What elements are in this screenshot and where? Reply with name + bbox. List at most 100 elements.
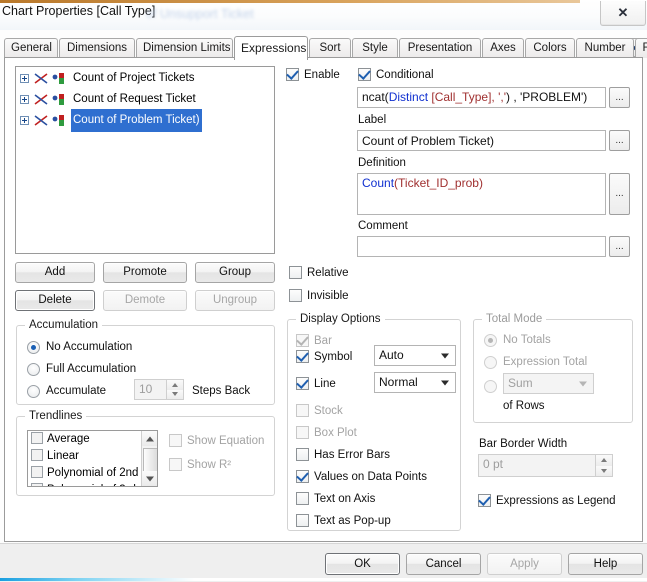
tab-strip: General Dimensions Dimension Limits Express… xyxy=(4,36,647,60)
display-option-label-has-error-bars: Has Error Bars xyxy=(314,449,391,461)
expressions-tab-panel: Count of Project Tickets Count of Request… xyxy=(4,57,643,542)
show-r2-label: Show R² xyxy=(187,459,232,471)
label-input[interactable]: Count of Problem Ticket) xyxy=(357,130,606,151)
expression-tree-item[interactable]: Count of Problem Ticket) xyxy=(16,109,274,132)
display-option-checkbox-values-on-data-points[interactable] xyxy=(296,470,309,483)
comment-input[interactable] xyxy=(357,236,606,257)
invisible-label: Invisible xyxy=(307,290,349,302)
syntax-token: (Ticket_ID_prob) xyxy=(394,176,483,190)
steps-back-input[interactable]: 10 xyxy=(134,379,184,400)
cancel-button[interactable]: Cancel xyxy=(406,553,481,575)
expression-tree-item[interactable]: Count of Request Ticket xyxy=(16,88,274,109)
steps-back-spinner[interactable] xyxy=(166,380,183,399)
tab-label: Colors xyxy=(533,42,567,54)
tab-label: Dimension Limits xyxy=(143,42,231,54)
expression-marker-icon xyxy=(52,114,66,127)
radio-accumulate[interactable] xyxy=(27,385,40,398)
trendline-list-item[interactable]: Average xyxy=(28,431,157,448)
definition-browse-button[interactable]: ... xyxy=(609,173,630,215)
enable-checkbox[interactable] xyxy=(286,68,299,81)
radio-full-accumulation[interactable] xyxy=(27,363,40,376)
tab-sort[interactable]: Sort xyxy=(309,38,351,58)
trendlines-scrollbar[interactable] xyxy=(141,431,157,486)
trendline-label: Linear xyxy=(47,450,79,462)
display-option-checkbox-box-plot xyxy=(296,426,309,439)
tab-axes[interactable]: Axes xyxy=(482,38,524,58)
label-browse-button[interactable]: ... xyxy=(609,130,630,151)
add-button[interactable]: Add xyxy=(15,262,95,283)
delete-button[interactable]: Delete xyxy=(15,290,95,311)
display-options-legend: Display Options xyxy=(296,313,385,325)
show-equation-checkbox xyxy=(169,434,182,447)
display-option-checkbox-text-on-axis[interactable] xyxy=(296,492,309,505)
group-button[interactable]: Group xyxy=(195,262,275,283)
display-option-checkbox-bar xyxy=(296,334,309,347)
trendlines-list[interactable]: Average Linear Polynomial of 2nd d Polynomi… xyxy=(27,430,158,487)
tab-colors[interactable]: Colors xyxy=(525,38,575,58)
title-bar: Chart Properties [Call Type] of Unsuppor… xyxy=(0,0,647,30)
display-option-checkbox-symbol[interactable] xyxy=(296,350,309,363)
display-option-checkbox-text-as-pop-up[interactable] xyxy=(296,514,309,527)
close-button[interactable]: ✕ xyxy=(600,1,646,26)
relative-checkbox[interactable] xyxy=(289,266,302,279)
tab-label: Number xyxy=(584,42,626,54)
help-button[interactable]: Help xyxy=(568,553,643,575)
radio-no-accumulation[interactable] xyxy=(27,341,40,354)
promote-button[interactable]: Promote xyxy=(103,262,187,283)
plus-expand-icon[interactable] xyxy=(20,95,29,104)
display-options-group: Display Options Bar Symbol Line Stock Box Pl… xyxy=(287,313,461,531)
trendline-checkbox[interactable] xyxy=(31,431,43,444)
tab-presentation[interactable]: Presentation xyxy=(399,38,481,58)
display-option-checkbox-has-error-bars[interactable] xyxy=(296,448,309,461)
trendline-list-item[interactable]: Linear xyxy=(28,448,157,465)
definition-input[interactable]: Count(Ticket_ID_prob) xyxy=(357,173,606,215)
tab-style[interactable]: Style xyxy=(352,38,398,58)
trendline-checkbox[interactable] xyxy=(31,465,43,478)
conditional-checkbox[interactable] xyxy=(358,68,371,81)
scrollbar-thumb[interactable] xyxy=(143,448,157,472)
tab-general[interactable]: General xyxy=(4,38,58,58)
conditional-input[interactable]: ncat(Distinct [Call_Type], ',') , 'PROBL… xyxy=(357,87,606,108)
show-r2-checkbox xyxy=(169,458,182,471)
tab-font[interactable]: Font xyxy=(635,38,647,58)
tab-expressions[interactable]: Expressions xyxy=(234,36,308,60)
chevron-down-icon xyxy=(579,381,587,386)
trendline-list-item[interactable]: Polynomial of 3rd d xyxy=(28,482,157,486)
tab-label: Axes xyxy=(490,42,516,54)
trendline-checkbox[interactable] xyxy=(31,482,43,486)
expression-tree[interactable]: Count of Project Tickets Count of Request… xyxy=(15,66,275,254)
dialog-footer: OK Cancel Apply Help xyxy=(0,543,647,582)
symbol-select[interactable]: Auto xyxy=(374,345,456,366)
tab-label: Presentation xyxy=(407,42,473,54)
conditional-browse-button[interactable]: ... xyxy=(609,87,630,108)
spinner-down-icon[interactable] xyxy=(167,389,183,399)
symbol-select-value: Auto xyxy=(379,348,404,362)
expression-tree-item[interactable]: Count of Project Tickets xyxy=(16,67,274,88)
expression-marker-icon xyxy=(52,72,66,85)
expressions-as-legend-checkbox[interactable] xyxy=(478,494,491,507)
plus-expand-icon[interactable] xyxy=(20,116,29,125)
tab-dimension-limits[interactable]: Dimension Limits xyxy=(136,38,233,58)
scroll-down-icon[interactable] xyxy=(142,471,157,486)
tab-dimensions[interactable]: Dimensions xyxy=(59,38,135,58)
tab-number[interactable]: Number xyxy=(576,38,634,58)
trendline-label: Average xyxy=(47,433,90,445)
syntax-token: Distinct xyxy=(388,90,432,104)
definition-caption: Definition xyxy=(358,157,406,169)
comment-browse-button[interactable]: ... xyxy=(609,236,630,257)
display-option-label-text-as-pop-up: Text as Pop-up xyxy=(314,515,391,527)
scroll-up-icon[interactable] xyxy=(142,431,157,446)
bar-border-width-caption: Bar Border Width xyxy=(479,438,568,450)
of-rows-label: of Rows xyxy=(503,400,545,412)
display-option-label-text-on-axis: Text on Axis xyxy=(314,493,376,505)
line-select[interactable]: Normal xyxy=(374,372,456,393)
display-option-checkbox-line[interactable] xyxy=(296,377,309,390)
invisible-checkbox[interactable] xyxy=(289,289,302,302)
label-caption: Label xyxy=(358,114,387,126)
trendline-checkbox[interactable] xyxy=(31,448,43,461)
label-no-accumulation: No Accumulation xyxy=(46,341,133,353)
trendline-list-item[interactable]: Polynomial of 2nd d xyxy=(28,465,157,482)
plus-expand-icon[interactable] xyxy=(20,74,29,83)
ok-button[interactable]: OK xyxy=(325,553,400,575)
display-option-checkbox-stock xyxy=(296,404,309,417)
